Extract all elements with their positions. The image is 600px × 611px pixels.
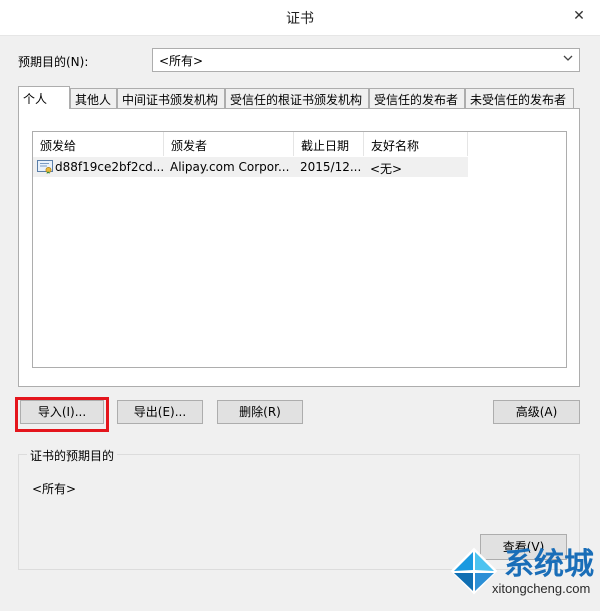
advanced-button[interactable]: 高级(A) xyxy=(493,400,580,424)
watermark-brand: 系统城 xyxy=(504,547,594,582)
remove-button[interactable]: 删除(R) xyxy=(217,400,303,424)
column-expiration-date[interactable]: 截止日期 xyxy=(294,132,364,156)
certificate-purposes-value: <所有> xyxy=(32,482,77,496)
column-friendly-name[interactable]: 友好名称 xyxy=(364,132,468,156)
close-icon: ✕ xyxy=(573,8,585,24)
list-header: 颁发给 颁发者 截止日期 友好名称 xyxy=(33,132,566,156)
cell-friendly-name: <无> xyxy=(370,162,403,176)
intended-purpose-select[interactable]: <所有> xyxy=(152,48,580,72)
watermark-logo: 系统城 xitongcheng.com xyxy=(440,535,600,611)
tab-personal[interactable]: 个人 xyxy=(18,86,70,109)
column-issued-by[interactable]: 颁发者 xyxy=(164,132,294,156)
export-button[interactable]: 导出(E)... xyxy=(117,400,203,424)
dialog-client-area: 预期目的(N): <所有> 个人 其他人 中间证书颁发机构 受信任的根证书颁发机… xyxy=(0,36,600,611)
title-bar: 证书 ✕ xyxy=(0,0,600,36)
close-button[interactable]: ✕ xyxy=(568,6,590,26)
certificate-purposes-label: 证书的预期目的 xyxy=(27,447,118,464)
window-title: 证书 xyxy=(286,11,314,27)
import-button[interactable]: 导入(I)... xyxy=(20,400,104,424)
tab-trusted-publishers[interactable]: 受信任的发布者 xyxy=(369,88,465,108)
tab-other-people[interactable]: 其他人 xyxy=(70,88,117,108)
column-issued-to[interactable]: 颁发给 xyxy=(33,132,164,156)
tab-panel-personal: 颁发给 颁发者 截止日期 友好名称 d88f19ce2bf2cd... Alip… xyxy=(18,108,580,387)
tab-intermediate-ca[interactable]: 中间证书颁发机构 xyxy=(117,88,225,108)
chevron-down-icon xyxy=(561,52,575,68)
tab-untrusted-publishers[interactable]: 未受信任的发布者 xyxy=(465,88,574,108)
table-row[interactable]: d88f19ce2bf2cd... Alipay.com Corpor... 2… xyxy=(33,157,468,177)
cell-issued-by: Alipay.com Corpor... xyxy=(170,160,290,174)
cell-expiration-date: 2015/12... xyxy=(300,160,362,174)
certificate-list[interactable]: 颁发给 颁发者 截止日期 友好名称 d88f19ce2bf2cd... Alip… xyxy=(32,131,567,368)
intended-purpose-value: <所有> xyxy=(159,54,204,68)
intended-purpose-label: 预期目的(N): xyxy=(18,55,89,69)
cell-issued-to: d88f19ce2bf2cd... xyxy=(55,160,164,174)
tab-trusted-root-ca[interactable]: 受信任的根证书颁发机构 xyxy=(225,88,369,108)
watermark-url: xitongcheng.com xyxy=(492,581,591,596)
